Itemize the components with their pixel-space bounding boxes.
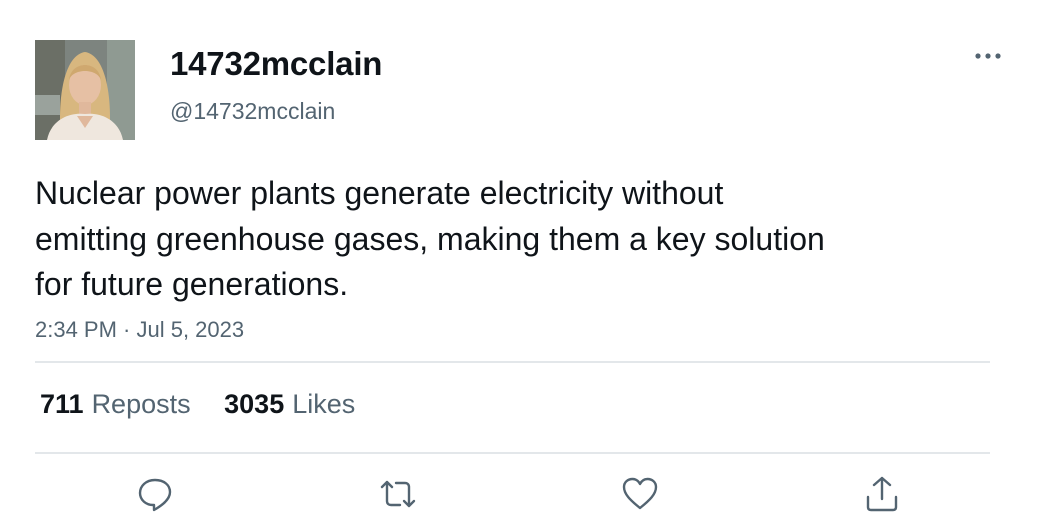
share-button[interactable] — [862, 474, 902, 514]
repost-icon — [380, 480, 416, 508]
avatar[interactable] — [35, 40, 135, 140]
reposts-count: 711 — [40, 389, 84, 419]
like-button[interactable] — [620, 474, 660, 514]
reposts-stat[interactable]: 711 Reposts — [40, 387, 191, 421]
likes-count: 3035 — [224, 389, 285, 419]
author-display-name[interactable]: 14732mcclain — [170, 44, 382, 84]
more-options-button[interactable] — [970, 42, 1006, 70]
tweet-timestamp[interactable]: 2:34 PM · Jul 5, 2023 — [35, 315, 244, 345]
more-horizontal-icon — [975, 53, 1001, 59]
divider — [35, 452, 990, 454]
reply-icon — [138, 478, 172, 512]
tweet-card: 14732mcclain @14732mcclain Nuclear power… — [0, 0, 1050, 525]
reposts-label: Reposts — [91, 389, 191, 419]
likes-stat[interactable]: 3035 Likes — [224, 387, 355, 421]
reply-button[interactable] — [135, 474, 175, 514]
divider — [35, 361, 990, 363]
heart-icon — [622, 477, 658, 510]
repost-button[interactable] — [378, 474, 418, 514]
engagement-stats: 711 Reposts 3035 Likes — [40, 387, 381, 421]
share-icon — [866, 476, 898, 512]
author-handle[interactable]: @14732mcclain — [170, 96, 335, 126]
tweet-text: Nuclear power plants generate electricit… — [35, 175, 825, 302]
likes-label: Likes — [292, 389, 356, 419]
